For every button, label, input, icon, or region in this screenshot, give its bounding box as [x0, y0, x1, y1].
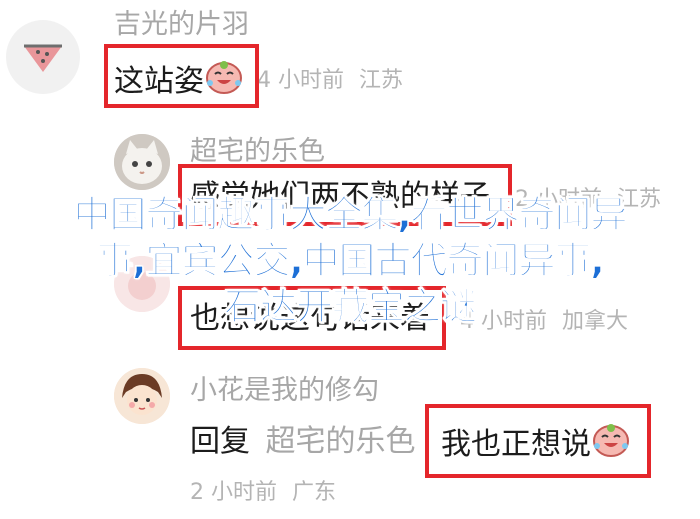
- comment-time: 4 小时前: [257, 68, 344, 93]
- comment-username[interactable]: 吉光的片羽: [114, 8, 249, 42]
- comment-location: 广东: [292, 480, 337, 505]
- watermelon-icon: [24, 44, 62, 72]
- cat-photo-avatar: [114, 134, 170, 190]
- comment-username[interactable]: 小花是我的修勾: [190, 374, 379, 408]
- overlay-title-line: 事,宜宾公交,中国古代奇闻异事,: [96, 239, 605, 283]
- reply-to-username[interactable]: 超宅的乐色: [266, 424, 416, 459]
- overlay-title: 中国奇闻趣事大全集,看世界奇闻异 事,宜宾公交,中国古代奇闻异事, 石达开藏宝之…: [0, 192, 700, 330]
- highlight-box: [104, 44, 259, 108]
- avatar[interactable]: [114, 368, 170, 424]
- comment-meta: 2 小时前 广东: [190, 479, 336, 507]
- reply-label: 回复: [190, 424, 250, 459]
- comment-reply: 回复 超宅的乐色: [190, 422, 416, 462]
- comment-meta: 4 小时前 江苏: [257, 67, 403, 95]
- avatar[interactable]: [114, 134, 170, 190]
- comment-time: 2 小时前: [190, 480, 277, 505]
- avatar[interactable]: [6, 20, 80, 94]
- girl-cartoon-avatar: [114, 368, 170, 424]
- overlay-title-line: 石达开藏宝之谜: [224, 285, 478, 329]
- comment-location: 江苏: [359, 68, 404, 93]
- overlay-title-line: 中国奇闻趣事大全集,看世界奇闻异: [73, 193, 628, 237]
- highlight-box: [425, 404, 651, 478]
